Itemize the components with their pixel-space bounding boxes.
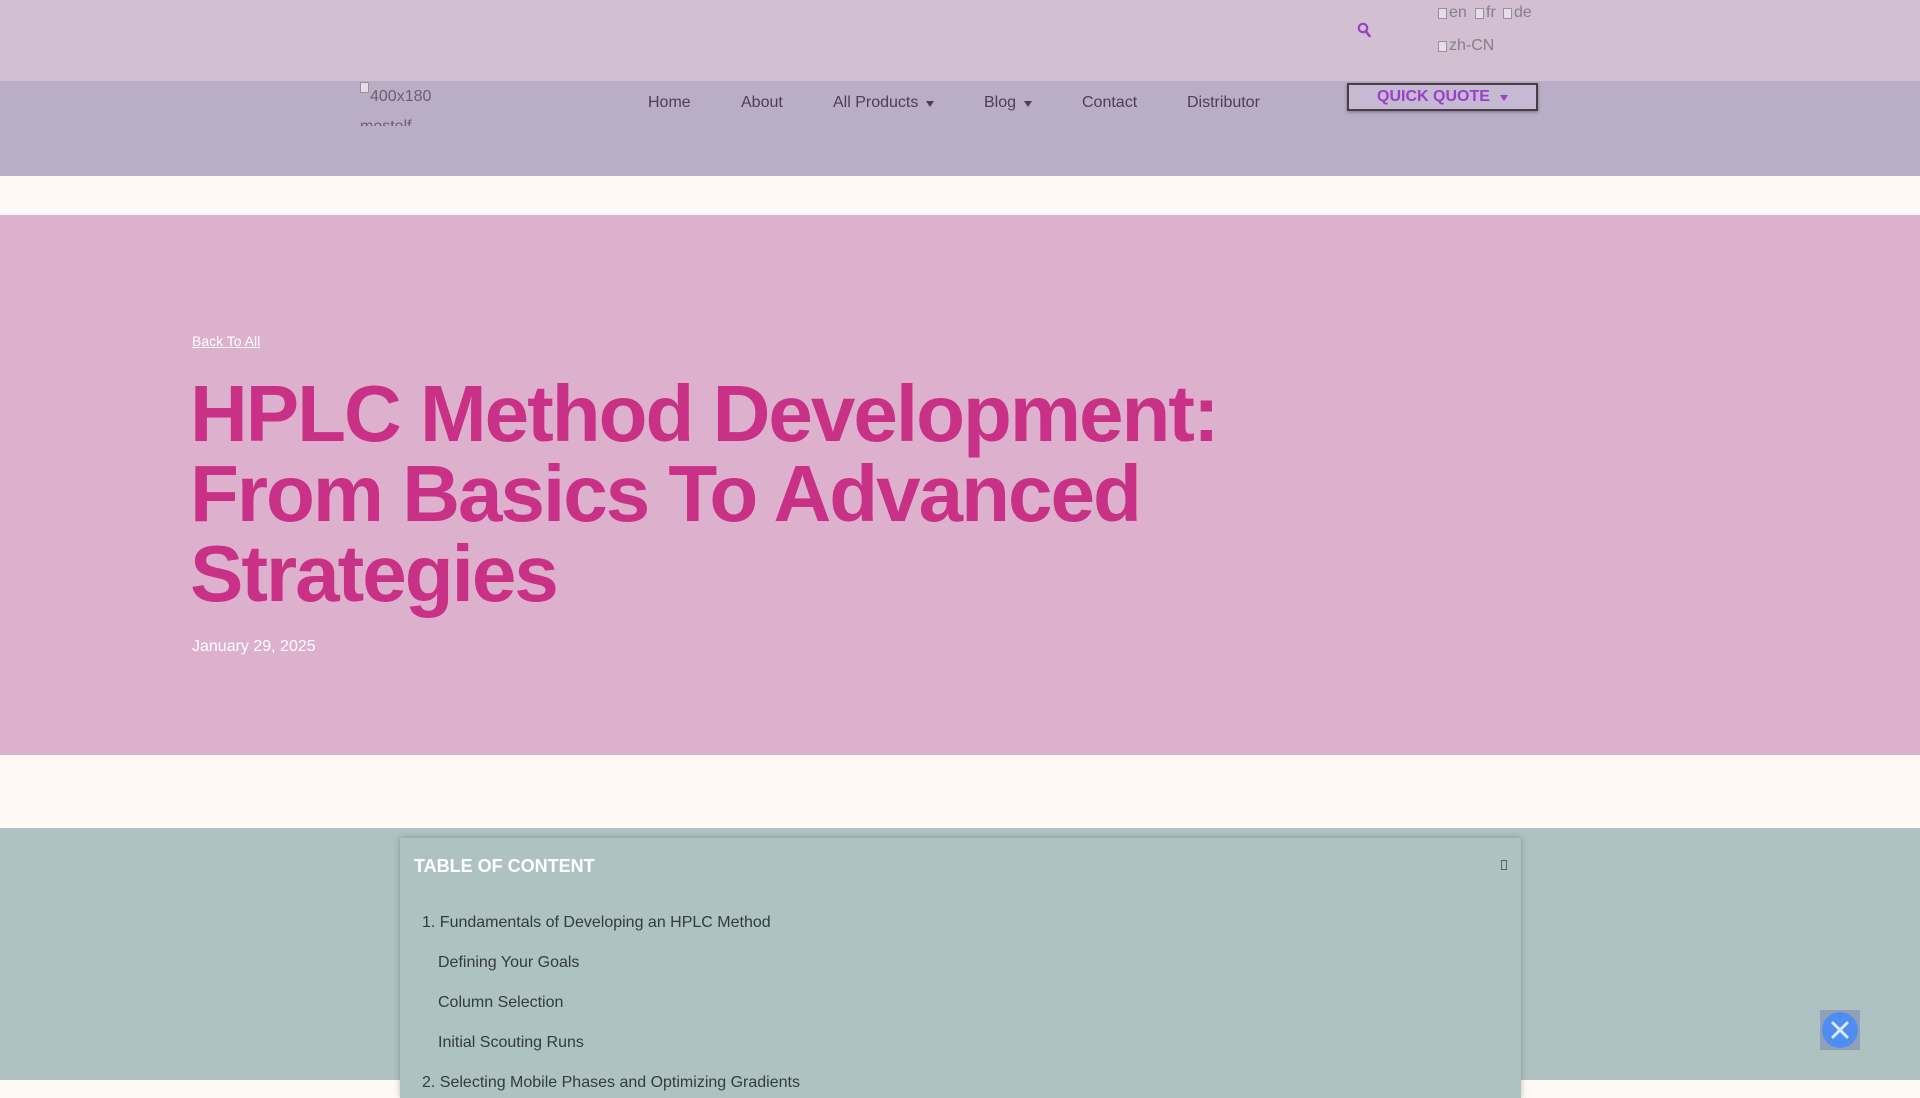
toc-item[interactable]: Column Selection (438, 994, 563, 1012)
toc-toggle-icon[interactable] (1501, 860, 1507, 870)
broken-image-icon (360, 82, 369, 93)
logo-alt-text: 400x180 mostelf logo (360, 88, 432, 126)
language-zh-label: zh-CN (1449, 37, 1495, 54)
search-icon[interactable] (1357, 22, 1371, 38)
toc-item[interactable]: 1. Fundamentals of Developing an HPLC Me… (422, 914, 771, 932)
chevron-down-icon (1499, 95, 1508, 101)
broken-image-icon (1503, 7, 1512, 19)
nav-distributor-label: Distributor (1187, 94, 1260, 111)
toc-item[interactable]: Initial Scouting Runs (438, 1034, 584, 1052)
language-fr-flag[interactable]: fr (1475, 4, 1496, 22)
section-divider (0, 755, 1920, 828)
nav-all-products-label: All Products (833, 94, 919, 111)
toc-title: TABLE OF CONTENT (414, 856, 595, 876)
page-title: HPLC Method Development: From Basics To … (190, 369, 1220, 618)
chevron-down-icon (1024, 101, 1033, 107)
nav-blog[interactable]: Blog (984, 93, 1033, 113)
nav-contact-label: Contact (1082, 94, 1138, 111)
nav-blog-label: Blog (984, 94, 1017, 111)
nav-home[interactable]: Home (648, 93, 691, 113)
broken-image-icon (1475, 7, 1484, 19)
nav-distributor[interactable]: Distributor (1187, 93, 1260, 113)
quick-quote-label: QUICK QUOTE (1377, 88, 1490, 105)
chevron-down-icon (926, 101, 935, 107)
main-nav-bar (0, 81, 1920, 176)
header-strip (0, 176, 1920, 215)
nav-about-label: About (741, 94, 783, 111)
nav-about[interactable]: About (741, 93, 783, 113)
nav-all-products[interactable]: All Products (833, 93, 935, 113)
nav-contact[interactable]: Contact (1082, 93, 1137, 113)
publish-date: January 29, 2025 (192, 638, 316, 655)
site-logo[interactable]: 400x180 mostelf logo (360, 82, 446, 126)
toc-item[interactable]: 2. Selecting Mobile Phases and Optimizin… (422, 1074, 800, 1092)
toc-item[interactable]: Defining Your Goals (438, 954, 579, 972)
language-zh-flag[interactable]: zh-CN (1438, 37, 1494, 55)
language-fr-label: fr (1486, 4, 1496, 21)
floating-close-button[interactable] (1820, 1010, 1860, 1050)
top-bar (0, 0, 1920, 81)
quick-quote-button[interactable]: QUICK QUOTE (1347, 83, 1538, 111)
language-de-flag[interactable]: de (1503, 4, 1532, 22)
language-en-label: en (1449, 4, 1467, 21)
broken-image-icon (1438, 40, 1447, 52)
close-icon[interactable] (1822, 1012, 1858, 1048)
back-to-all-link[interactable]: Back To All (192, 333, 260, 349)
language-de-label: de (1514, 4, 1532, 21)
table-of-content: TABLE OF CONTENT 1. Fundamentals of Deve… (400, 838, 1521, 1098)
nav-home-label: Home (648, 94, 691, 111)
language-en-flag[interactable]: en (1438, 4, 1467, 22)
broken-image-icon (1438, 7, 1447, 19)
